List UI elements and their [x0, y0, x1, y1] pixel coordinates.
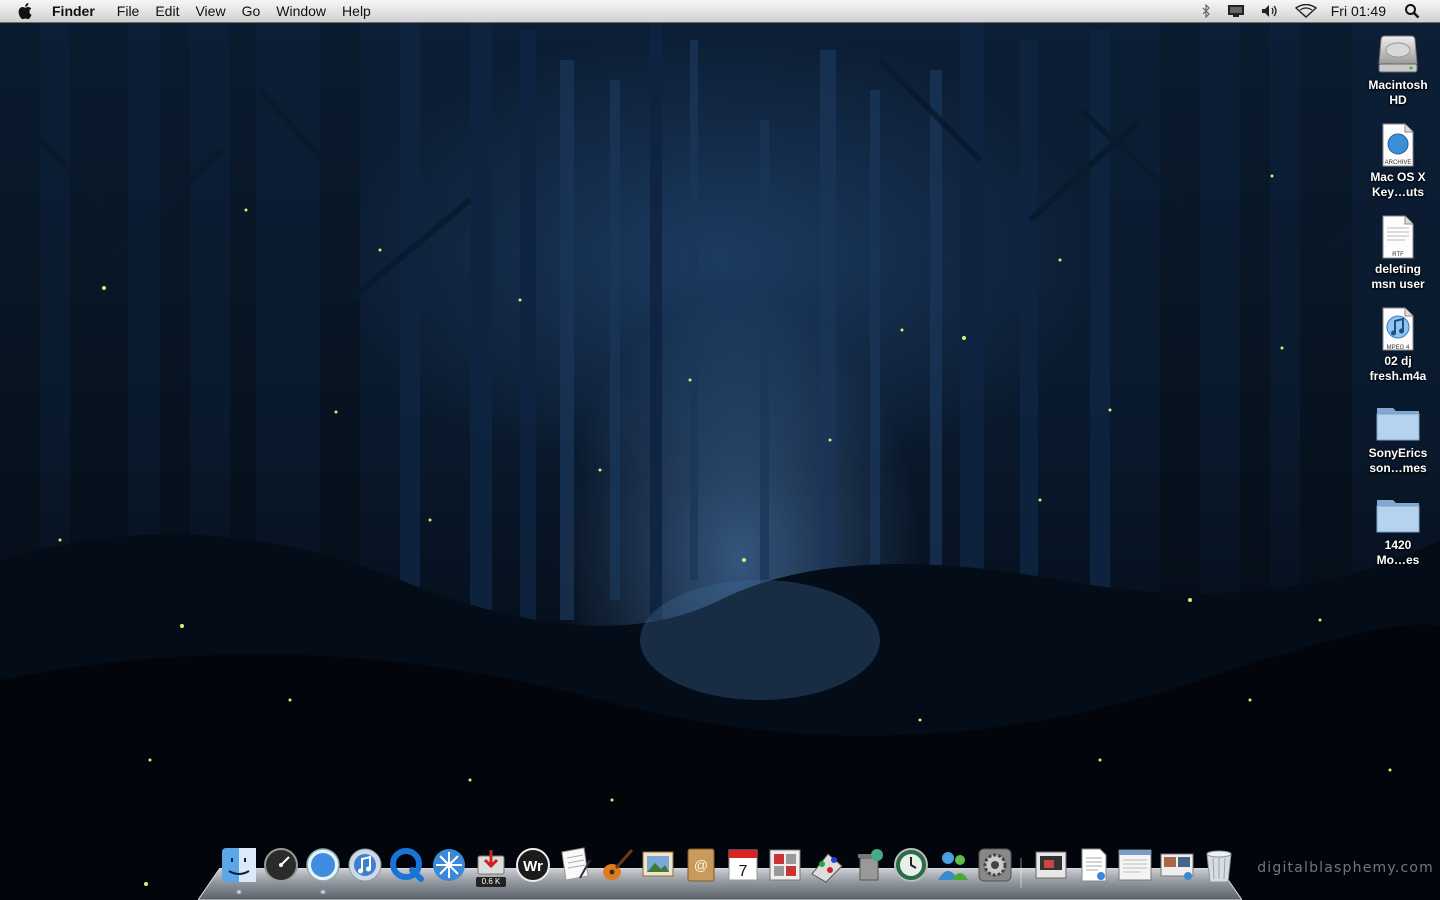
desktop-icon-label: 1420 — [1384, 538, 1412, 552]
file-type-tag: ARCHIVE — [1384, 160, 1412, 166]
desktop-icon-label: Macintosh — [1368, 78, 1428, 92]
desktop-icon-label: fresh.m4a — [1369, 369, 1427, 383]
menu-edit[interactable]: Edit — [147, 0, 187, 22]
wifi-icon[interactable] — [1294, 4, 1317, 18]
dock-itunes-icon[interactable] — [346, 846, 384, 884]
desktop-icon-mac-os-x-shortcuts[interactable]: ARCHIVE Mac OS X Key…uts — [1358, 122, 1438, 200]
dock-dashboard-icon[interactable] — [262, 846, 300, 884]
menu-view[interactable]: View — [187, 0, 233, 22]
desktop-icon-1420-movies-folder[interactable]: 1420 Mo…es — [1358, 490, 1438, 568]
dock-system-preferences-icon[interactable] — [976, 846, 1014, 884]
forest-scene — [0, 20, 1440, 900]
dock-airport-utility-icon[interactable] — [430, 846, 468, 884]
menu-window[interactable]: Window — [268, 0, 334, 22]
desktop-icon-label: deleting — [1374, 262, 1421, 276]
bluetooth-icon[interactable] — [1201, 4, 1211, 18]
desktop-icon-label: son…mes — [1369, 461, 1427, 475]
dock-stack-icon[interactable] — [1032, 846, 1070, 884]
dock-textedit-icon[interactable] — [556, 846, 594, 884]
dock-stack-icon[interactable] — [1074, 846, 1112, 884]
desktop-icon-02-dj-fresh[interactable]: MPEG 4 02 dj fresh.m4a — [1358, 306, 1438, 384]
file-type-tag: RTF — [1392, 252, 1404, 258]
apple-menu-icon[interactable] — [18, 2, 38, 20]
hard-drive-icon — [1375, 30, 1421, 76]
desktop-icon-label: Key…uts — [1371, 185, 1424, 199]
desktop-wallpaper: digitalblasphemy.com — [0, 0, 1440, 900]
dock-quicktime-icon[interactable] — [388, 846, 426, 884]
dock-utility-icon[interactable] — [850, 846, 888, 884]
dock-download-monitor-icon[interactable]: 0.6 K — [472, 846, 510, 887]
menu-clock[interactable]: Fri 01:49 — [1331, 3, 1386, 19]
rtf-document-icon: RTF — [1375, 214, 1421, 260]
dock-chess-icon[interactable] — [808, 846, 846, 884]
dock-badge: 0.6 K — [476, 877, 506, 887]
archive-document-icon: ARCHIVE — [1375, 122, 1421, 168]
menu-app-finder[interactable]: Finder — [52, 0, 103, 22]
audio-file-icon: MPEG 4 — [1375, 306, 1421, 352]
dock-messenger-icon[interactable] — [934, 846, 972, 884]
display-icon[interactable] — [1227, 4, 1245, 18]
dock-safari-icon[interactable] — [304, 846, 342, 894]
dock-iphoto-icon[interactable] — [640, 846, 678, 884]
dock-finder-icon[interactable] — [220, 846, 258, 894]
desktop-icon-label: SonyErics — [1368, 446, 1428, 460]
running-indicator — [320, 890, 326, 894]
desktop-icon-macintosh-hd[interactable]: Macintosh HD — [1358, 30, 1438, 108]
file-type-tag: MPEG 4 — [1386, 345, 1410, 351]
folder-icon — [1375, 398, 1421, 444]
dock-wr-app-icon[interactable]: Wr — [514, 846, 552, 884]
desktop-icon-label: HD — [1389, 93, 1407, 107]
wallpaper-watermark: digitalblasphemy.com — [1257, 860, 1434, 876]
desktop-icon-sonyericsson-folder[interactable]: SonyErics son…mes — [1358, 398, 1438, 476]
dock-address-book-icon[interactable]: @ — [682, 846, 720, 884]
menu-file[interactable]: File — [109, 0, 148, 22]
desktop-icon-label: msn user — [1371, 277, 1425, 291]
dock-stack-icon[interactable] — [1158, 846, 1196, 884]
dock-time-machine-icon[interactable] — [892, 846, 930, 884]
svg-text:@: @ — [694, 857, 708, 873]
running-indicator — [236, 890, 242, 894]
desktop-icon-label: Mac OS X — [1370, 170, 1426, 184]
ical-date: 7 — [739, 863, 748, 880]
dock-separator — [1020, 858, 1022, 888]
desktop-icon-label: Mo…es — [1376, 553, 1420, 567]
menu-go[interactable]: Go — [234, 0, 269, 22]
menu-help[interactable]: Help — [334, 0, 379, 22]
dock: 0.6 K Wr @ 7 — [220, 846, 1232, 894]
folder-icon — [1375, 490, 1421, 536]
spotlight-icon[interactable] — [1404, 3, 1420, 19]
dock-garageband-icon[interactable] — [598, 846, 636, 884]
dock-stack-icon[interactable] — [1116, 846, 1154, 884]
volume-icon[interactable] — [1261, 4, 1279, 18]
svg-text:Wr: Wr — [523, 858, 543, 875]
dock-ical-icon[interactable]: 7 — [724, 846, 762, 884]
desktop-icon-label: 02 dj — [1384, 354, 1412, 368]
desktop-icon-deleting-msn-user[interactable]: RTF deleting msn user — [1358, 214, 1438, 292]
dock-trash-icon[interactable] — [1200, 846, 1238, 884]
menu-bar: Finder File Edit View Go Window Help Fri… — [0, 0, 1440, 23]
menu-extras: Fri 01:49 — [1193, 0, 1440, 22]
dock-photo-booth-icon[interactable] — [766, 846, 804, 884]
